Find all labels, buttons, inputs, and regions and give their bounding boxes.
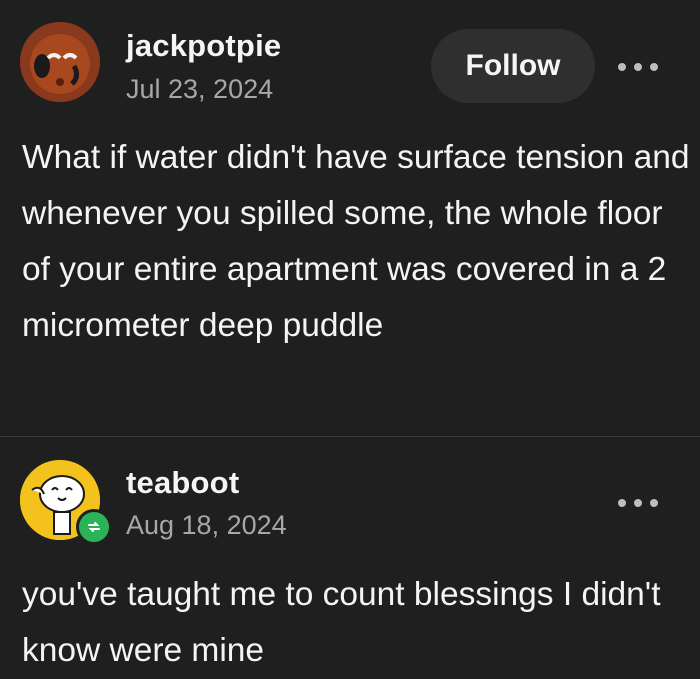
post-body: you've taught me to count blessings I di… — [22, 576, 661, 669]
follow-button[interactable]: Follow — [431, 29, 595, 103]
post-date: Jul 23, 2024 — [126, 74, 274, 104]
reblog-icon — [76, 509, 112, 545]
post-body: What if water didn't have surface tensio… — [22, 139, 690, 344]
username[interactable]: teaboot — [126, 465, 239, 501]
more-options-icon[interactable] — [618, 57, 658, 77]
post-date: Aug 18, 2024 — [126, 510, 287, 540]
more-options-icon[interactable] — [618, 493, 658, 513]
post-jackpotpie: jackpotpie Jul 23, 2024 Follow What if w… — [0, 0, 700, 436]
clown-avatar-icon[interactable] — [20, 22, 100, 102]
username[interactable]: jackpotpie — [126, 28, 281, 64]
